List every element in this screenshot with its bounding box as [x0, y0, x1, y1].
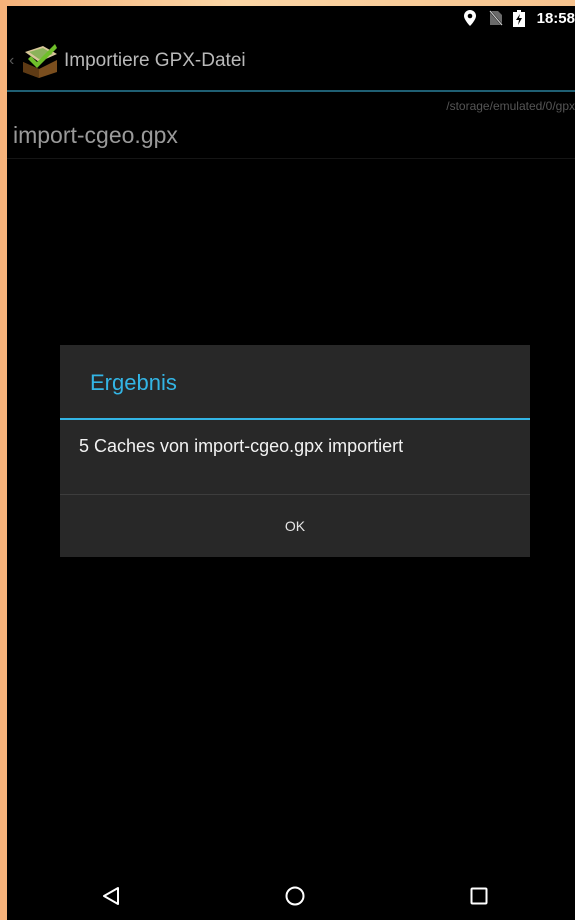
dialog-title-divider	[60, 418, 530, 420]
cgeo-app-icon[interactable]	[21, 42, 59, 78]
status-time: 18:58	[536, 10, 575, 27]
ok-button[interactable]: OK	[60, 495, 530, 557]
result-dialog: Ergebnis 5 Caches von import-cgeo.gpx im…	[60, 345, 530, 557]
file-list-item[interactable]: import-cgeo.gpx	[13, 122, 178, 149]
recents-icon[interactable]	[449, 872, 509, 920]
dialog-title: Ergebnis	[90, 370, 177, 395]
home-icon[interactable]	[265, 872, 325, 920]
directory-path: /storage/emulated/0/gpx	[446, 99, 575, 113]
list-divider	[7, 158, 575, 159]
back-icon[interactable]	[81, 872, 141, 920]
dialog-message: 5 Caches von import-cgeo.gpx importiert	[79, 436, 404, 456]
action-bar-divider	[7, 90, 575, 92]
no-sim-icon	[488, 9, 504, 27]
action-bar-title: Importiere GPX-Datei	[64, 50, 246, 71]
back-caret-icon[interactable]: ‹	[9, 52, 14, 70]
device-screen: 18:58 ‹ Importiere GPX-Datei /storage/em…	[7, 6, 575, 920]
battery-charging-icon	[513, 10, 525, 27]
status-bar: 18:58	[7, 6, 575, 32]
location-icon	[464, 10, 478, 26]
navigation-bar	[7, 872, 575, 920]
